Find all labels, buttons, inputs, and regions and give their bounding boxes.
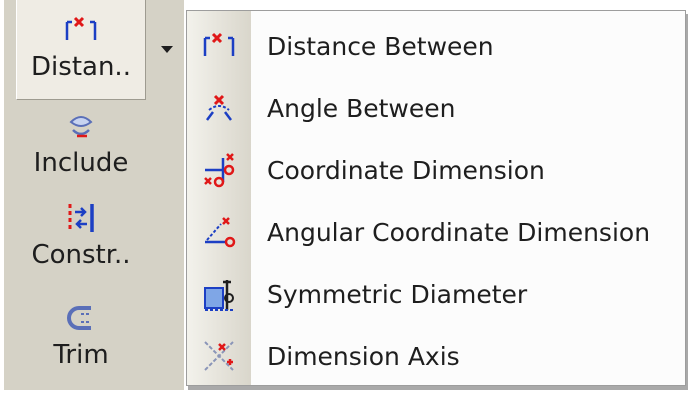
distance-dropdown-arrow[interactable] <box>150 0 184 100</box>
constraint-label: Constr.. <box>31 240 131 270</box>
menu-item-distance-between[interactable]: Distance Between <box>187 15 685 77</box>
include-label: Include <box>33 148 129 178</box>
menu-item-angle-between[interactable]: Angle Between <box>187 77 685 139</box>
menu-item-label: Distance Between <box>267 31 494 61</box>
trim-label: Trim <box>53 340 109 370</box>
trim-button[interactable]: Trim <box>16 300 146 370</box>
coordinate-dimension-icon <box>204 153 235 188</box>
menu-item-label: Dimension Axis <box>267 341 460 371</box>
include-icon <box>69 116 93 138</box>
angle-between-icon <box>206 94 232 121</box>
menu-item-label: Coordinate Dimension <box>267 155 545 185</box>
distance-between-icon <box>203 32 235 56</box>
menu-item-label: Angle Between <box>267 93 456 123</box>
menu-item-dimension-axis[interactable]: Dimension Axis <box>187 325 685 387</box>
distance-label: Distan.. <box>31 52 131 82</box>
menu-item-angular-coordinate-dimension[interactable]: Angular Coordinate Dimension <box>187 201 685 263</box>
triangle-down-icon <box>161 46 173 53</box>
include-button[interactable]: Include <box>16 108 146 178</box>
angular-coordinate-dimension-icon <box>205 217 236 248</box>
menu-item-symmetric-diameter[interactable]: Symmetric Diameter <box>187 263 685 325</box>
constraint-icon <box>68 204 94 232</box>
distance-button[interactable]: Distan.. <box>16 0 146 100</box>
trim-icon <box>67 306 91 330</box>
symmetric-diameter-icon <box>204 280 234 311</box>
dimension-axis-icon <box>204 341 234 371</box>
constraint-button[interactable]: Constr.. <box>16 200 146 270</box>
menu-item-coordinate-dimension[interactable]: Coordinate Dimension <box>187 139 685 201</box>
menu-item-label: Angular Coordinate Dimension <box>267 217 651 247</box>
dimension-toolbar: Distan.. Include Constr.. Trim <box>4 0 184 390</box>
distance-icon <box>65 16 97 40</box>
dimension-dropdown-menu: Distance Between Angle Between Coordinat… <box>186 10 686 386</box>
menu-item-label: Symmetric Diameter <box>267 279 528 309</box>
